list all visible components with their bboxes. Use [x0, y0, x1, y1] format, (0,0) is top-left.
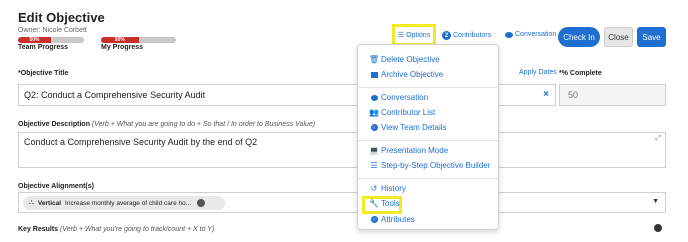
close-button[interactable]: Close	[604, 27, 633, 47]
history-icon: ↺	[370, 184, 378, 193]
dropdown-caret-icon[interactable]: ▼	[652, 198, 659, 205]
menu-item-label: Archive Objective	[381, 70, 444, 79]
options-button[interactable]: ☰ Options	[392, 24, 436, 46]
clear-icon[interactable]: ×	[543, 89, 549, 100]
description-label: Objective Description (Verb + What you a…	[18, 121, 315, 128]
menu-divider	[358, 140, 498, 141]
description-label-text: Objective Description	[18, 121, 90, 128]
wrench-icon: 🔧	[369, 199, 379, 208]
description-hint: (Verb + What you are going to do + So th…	[91, 121, 316, 128]
save-button[interactable]: Save	[637, 27, 666, 47]
comment-icon	[505, 31, 513, 38]
users-icon: 👥	[369, 108, 379, 117]
sliders-icon: ☰	[370, 161, 378, 170]
sitemap-icon: ⛬	[29, 199, 34, 206]
menu-divider	[358, 178, 498, 179]
trash-icon: 🗑	[368, 55, 380, 64]
menu-divider	[358, 87, 498, 88]
expand-icon[interactable]: ⤢	[655, 135, 661, 143]
menu-item-label: Attributes	[381, 215, 415, 224]
conversation-button[interactable]: Conversation	[505, 31, 556, 38]
team-progress-label: Team Progress	[18, 44, 69, 51]
menu-item-label: Delete Objective	[381, 55, 440, 64]
menu-item-contributor-list[interactable]: 👥 Contributor List	[369, 108, 436, 117]
apply-dates-link[interactable]: Apply Dates	[519, 69, 557, 76]
menu-item-label: Tools	[381, 199, 400, 208]
laptop-icon: 💻	[369, 146, 379, 155]
objective-title-label: *Objective Title	[18, 70, 69, 77]
owner-text: Owner: Nicole Corbett	[18, 27, 87, 34]
options-label: Options	[406, 31, 431, 39]
contributors-label: Contributors	[453, 32, 492, 39]
menu-item-tools[interactable]: 🔧 Tools	[369, 199, 400, 208]
key-results-hint: (Verb + What you're going to track/count…	[60, 226, 215, 233]
my-progress-label: My Progress	[101, 44, 144, 51]
alignment-select[interactable]: ⛬ Vertical Increase monthly average of c…	[18, 192, 666, 213]
menu-item-label: Conversation	[381, 93, 429, 102]
comment-icon	[370, 94, 378, 101]
alignment-tag[interactable]: ⛬ Vertical Increase monthly average of c…	[23, 196, 225, 210]
contributors-button[interactable]: 2 Contributors	[442, 31, 491, 40]
info-icon: i	[370, 124, 378, 131]
menu-item-label: View Team Details	[381, 123, 447, 132]
users-icon: 2	[442, 31, 451, 40]
menu-item-presentation-mode[interactable]: 💻 Presentation Mode	[369, 146, 449, 155]
complete-value: 50	[568, 90, 579, 100]
key-results-label: Key Results (Verb + What you're going to…	[18, 226, 214, 233]
menu-item-step-by-step-builder[interactable]: ☰ Step-by-Step Objective Builder	[370, 161, 490, 170]
conversation-label: Conversation	[515, 31, 557, 38]
page-title: Edit Objective	[18, 10, 105, 25]
alignment-label: Objective Alignment(s)	[18, 183, 94, 190]
archive-icon	[370, 71, 378, 78]
options-menu: 🗑 Delete Objective Archive Objective Con…	[357, 44, 499, 230]
menu-item-label: Step-by-Step Objective Builder	[381, 161, 491, 170]
complete-input[interactable]: 50	[559, 84, 666, 106]
complete-label: *% Complete	[559, 70, 602, 77]
gear-icon[interactable]	[654, 224, 662, 232]
menu-item-delete-objective[interactable]: 🗑 Delete Objective	[368, 55, 440, 64]
sliders-icon: ☰	[397, 32, 405, 39]
menu-item-label: History	[381, 184, 406, 193]
description-textarea[interactable]: Conduct a Comprehensive Security Audit b…	[18, 132, 666, 168]
menu-item-label: Contributor List	[381, 108, 436, 117]
objective-title-value: Q2: Conduct a Comprehensive Security Aud…	[24, 90, 206, 100]
remove-tag-icon[interactable]	[197, 199, 206, 207]
check-in-button[interactable]: Check In	[558, 27, 600, 47]
menu-item-attributes[interactable]: i Attributes	[370, 215, 415, 224]
menu-item-archive-objective[interactable]: Archive Objective	[370, 70, 443, 79]
alignment-tag-type: Vertical	[37, 199, 62, 207]
menu-item-conversation[interactable]: Conversation	[370, 93, 428, 102]
team-progress-fill: 50%	[18, 37, 51, 43]
team-progress-bar: 50%	[18, 37, 84, 43]
description-value: Conduct a Comprehensive Security Audit b…	[24, 137, 258, 147]
menu-item-history[interactable]: ↺ History	[370, 184, 406, 193]
info-circle-icon: i	[370, 216, 378, 223]
key-results-label-text: Key Results	[18, 226, 59, 233]
menu-item-view-team-details[interactable]: i View Team Details	[370, 123, 447, 132]
menu-item-label: Presentation Mode	[381, 146, 449, 155]
alignment-tag-text: Increase monthly average of child care h…	[65, 199, 192, 207]
my-progress-fill: 50%	[101, 37, 139, 43]
my-progress-bar: 50%	[101, 37, 176, 43]
